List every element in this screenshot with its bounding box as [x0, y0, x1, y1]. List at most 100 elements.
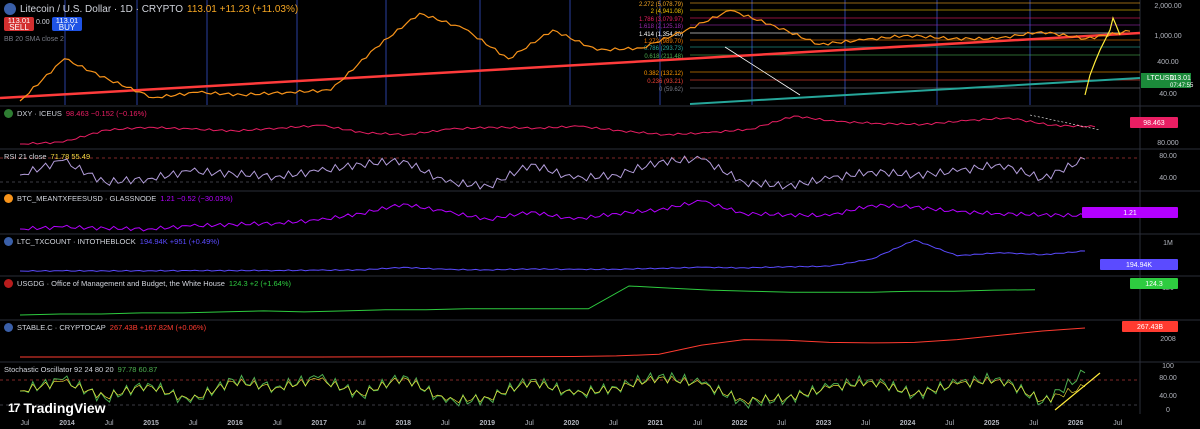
usgdg-title: USGDG · Office of Management and Budget,… — [17, 279, 225, 288]
symbol-title[interactable]: Litecoin / U.S. Dollar · 1D · CRYPTO — [20, 4, 183, 15]
x-axis-tick: Jul — [693, 420, 702, 427]
x-axis-tick: Jul — [777, 420, 786, 427]
dxy-legend[interactable]: DXY · ICEUS 98.463 −0.152 (−0.16%) — [4, 109, 147, 118]
series-line-6 — [20, 327, 1086, 358]
fees-values: 1.21 −0.52 (−30.03%) — [160, 194, 233, 203]
series-line-2 — [19, 155, 1086, 190]
x-axis-bg — [0, 415, 1200, 429]
stoch-title: Stochastic Oscillator 92 24 80 20 — [4, 365, 114, 374]
stoch-values: 97.78 60.87 — [117, 365, 158, 374]
tx-axis-tick: 1M — [1163, 240, 1173, 247]
price-tag-countdown: 07:47:55 — [1170, 83, 1194, 89]
price-change: 113.01 +11.23 (+11.03%) — [187, 3, 299, 15]
x-axis-tick: Jul — [525, 420, 534, 427]
x-axis-tick: 2023 — [816, 420, 832, 427]
x-axis-tick: Jul — [21, 420, 30, 427]
usgdg-values: 124.3 +2 (+1.64%) — [228, 279, 292, 288]
symbol-header: Litecoin / U.S. Dollar · 1D · CRYPTO 113… — [4, 3, 298, 15]
sell-button[interactable]: 113.01 SELL — [4, 17, 34, 32]
tradingview-logo[interactable]: 17 TradingView — [8, 400, 106, 416]
series-line-7 — [19, 369, 1086, 410]
x-axis-tick: 2016 — [227, 420, 243, 427]
x-axis-tick: 2026 — [1068, 420, 1084, 427]
rsi-values: 71.78 55.49 — [50, 152, 91, 161]
usgdg-last-tag-text: 124.3 — [1145, 281, 1163, 288]
x-axis-tick: Jul — [357, 420, 366, 427]
stoch-axis-tick: 40.00 — [1159, 393, 1177, 400]
stable-axis-tick: 2008 — [1160, 336, 1176, 343]
fees-title: BTC_MEANTXFEESUSD · GLASSNODE — [17, 194, 157, 203]
litecoin-icon — [4, 237, 13, 246]
x-axis-tick: Jul — [1029, 420, 1038, 427]
stable-values: 267.43B +167.82M (+0.06%) — [109, 323, 207, 332]
x-axis-tick: Jul — [273, 420, 282, 427]
bollinger-label[interactable]: BB 20 SMA close 2 — [4, 36, 64, 43]
series-line-5 — [19, 285, 1036, 316]
stable-last-tag: 267.43B — [1122, 321, 1178, 332]
fib-level-label: 0 (59.62) — [659, 87, 683, 93]
x-axis-tick: Jul — [105, 420, 114, 427]
series-line-1 — [20, 115, 1096, 145]
x-axis-tick: 2014 — [59, 420, 75, 427]
x-axis-tick: 2020 — [564, 420, 580, 427]
stable-legend[interactable]: STABLE.C · CRYPTOCAP 267.43B +167.82M (+0… — [4, 323, 206, 332]
fib-level-label: 0.382 (132.12) — [644, 71, 683, 77]
x-axis-tick: 2018 — [395, 420, 411, 427]
tx-last-tag-text: 194.94K — [1126, 262, 1152, 269]
usgdg-last-tag: 124.3 — [1130, 278, 1178, 289]
dxy-axis-tick: 80.000 — [1157, 140, 1179, 147]
tx-legend[interactable]: LTC_TXCOUNT · INTOTHEBLOCK 194.94K +951 (… — [4, 237, 219, 246]
fib-level-label: 0.236 (93.21) — [647, 79, 683, 85]
rsi-axis-tick: 80.00 — [1159, 153, 1177, 160]
price-axis-tick: 1,000.00 — [1154, 33, 1181, 40]
x-axis-tick: Jul — [189, 420, 198, 427]
x-axis-tick: 2017 — [311, 420, 327, 427]
tx-last-tag: 194.94K — [1100, 259, 1178, 270]
fib-level-label: 1.618 (2,125.18) — [639, 24, 683, 30]
flag-icon — [4, 279, 13, 288]
litecoin-logo-icon — [4, 3, 16, 15]
x-axis-tick: 2021 — [648, 420, 664, 427]
rsi-legend[interactable]: RSI 21 close 71.78 55.49 — [4, 152, 90, 161]
x-axis-tick: 2015 — [143, 420, 159, 427]
trendline-teal — [689, 77, 1141, 105]
stable-last-tag-text: 267.43B — [1137, 324, 1163, 331]
x-axis-tick: Jul — [609, 420, 618, 427]
spread-value: 0.00 — [36, 19, 50, 26]
x-axis-tick: Jul — [861, 420, 870, 427]
fib-level-label: 1.786 (3,079.97) — [639, 17, 683, 23]
tx-values: 194.94K +951 (+0.49%) — [139, 237, 220, 246]
fib-level-label: 2.272 (5,078.79) — [639, 2, 683, 8]
stoch-legend[interactable]: Stochastic Oscillator 92 24 80 20 97.78 6… — [4, 365, 157, 374]
x-axis-tick: 2022 — [732, 420, 748, 427]
fees-legend[interactable]: BTC_MEANTXFEESUSD · GLASSNODE 1.21 −0.52 … — [4, 194, 233, 203]
series-line-3 — [19, 199, 1086, 232]
rsi-axis-tick: 40.00 — [1159, 175, 1177, 182]
buy-label: BUY — [58, 23, 76, 32]
fees-last-tag-text: 1.21 — [1123, 210, 1137, 217]
price-axis-tick: 400.00 — [1157, 59, 1179, 66]
coin-icon — [4, 323, 13, 332]
dollar-icon — [4, 109, 13, 118]
fees-last-tag: 1.21 — [1082, 207, 1178, 218]
bitcoin-icon — [4, 194, 13, 203]
x-axis-tick: 2019 — [480, 420, 496, 427]
x-axis-tick: Jul — [441, 420, 450, 427]
stoch-axis-tick: 0 — [1166, 407, 1170, 414]
stoch-axis-tick: 100 — [1162, 363, 1174, 370]
dxy-values: 98.463 −0.152 (−0.16%) — [65, 109, 147, 118]
fib-level-label: 2 (4,941.08) — [651, 9, 683, 15]
usgdg-legend[interactable]: USGDG · Office of Management and Budget,… — [4, 279, 291, 288]
dxy-title: DXY · ICEUS — [17, 109, 62, 118]
tx-title: LTC_TXCOUNT · INTOTHEBLOCK — [17, 237, 136, 246]
recent-spike-line — [1084, 16, 1121, 96]
stoch-axis-tick: 80.00 — [1159, 375, 1177, 382]
chart-canvas[interactable]: 2.272 (5,078.79)2 (4,941.08) 1.786 (3,079… — [0, 0, 1200, 429]
dxy-last-tag: 98.463 — [1130, 117, 1178, 128]
x-axis-tick: Jul — [945, 420, 954, 427]
rsi-title: RSI 21 close — [4, 152, 47, 161]
stable-title: STABLE.C · CRYPTOCAP — [17, 323, 106, 332]
tradingview-wordmark: TradingView — [23, 400, 106, 416]
buy-button[interactable]: 113.01 BUY — [52, 17, 82, 32]
tradingview-mark-icon: 17 — [8, 401, 20, 415]
